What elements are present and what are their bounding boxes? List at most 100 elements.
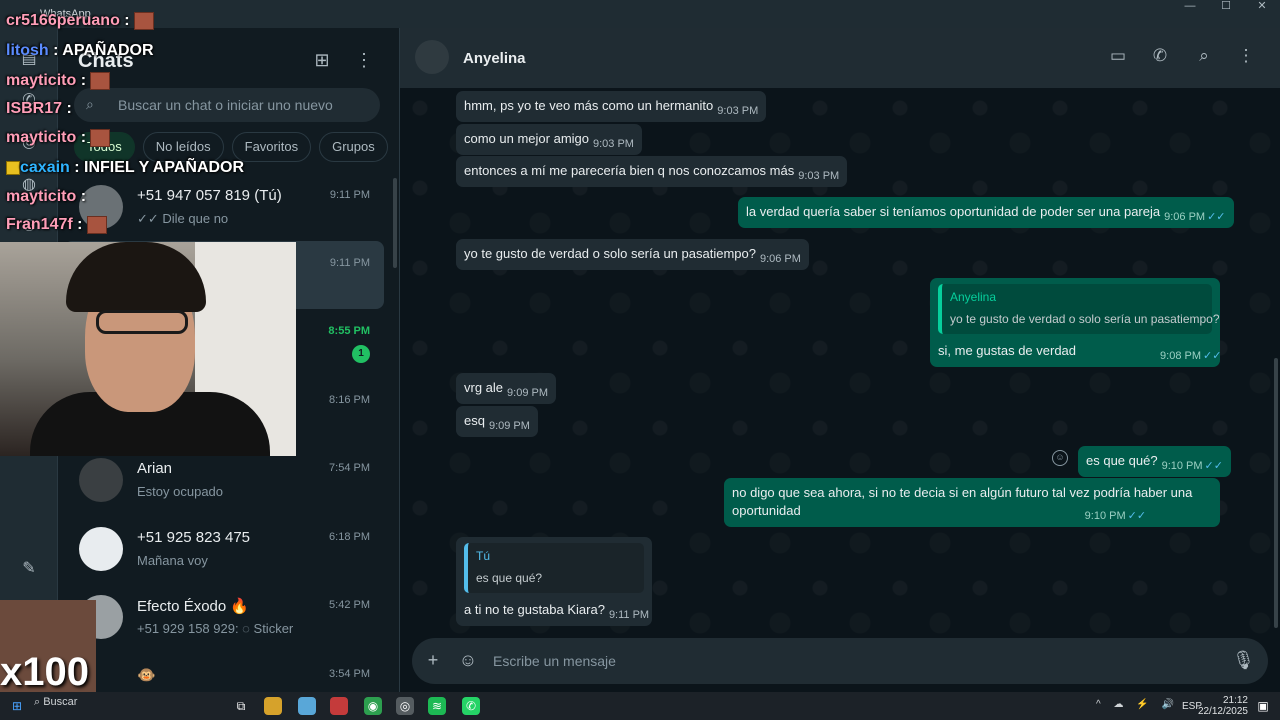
chat-time: 7:54 PM — [329, 462, 370, 474]
clock[interactable]: 21:12 22/12/2025 — [1198, 695, 1248, 717]
stream-chat-line: litosh : APAÑADOR — [6, 42, 154, 60]
message-text: hmm, ps yo te veo más como un hermanito — [464, 98, 714, 113]
message-text: esq — [464, 413, 485, 428]
chat-row[interactable]: +51 925 823 475 Mañana voy 6:18 PM — [58, 515, 384, 583]
stream-chat-user: Fran147f — [6, 216, 73, 234]
clock-time: 21:12 — [1222, 695, 1248, 706]
emote-icon — [134, 12, 155, 30]
quoted-message[interactable]: Tú es que qué? — [464, 543, 644, 593]
quoted-text: yo te gusto de verdad o solo sería un pa… — [950, 312, 1220, 326]
message-outgoing[interactable]: no digo que sea ahora, si no te decia si… — [724, 478, 1220, 527]
search-input[interactable]: ⌕ Buscar un chat o iniciar uno nuevo — [74, 88, 380, 122]
stream-chat-message: : — [62, 100, 72, 117]
emote-icon — [90, 72, 111, 90]
chat-name: +51 947 057 819 (Tú) — [137, 187, 282, 204]
app-icon[interactable] — [330, 697, 348, 715]
message-incoming[interactable]: esq 9:09 PM — [456, 406, 538, 437]
conversation-menu-icon[interactable]: ⋮ — [1234, 46, 1258, 70]
notifications-icon[interactable]: ▣ — [1254, 697, 1272, 715]
video-call-icon[interactable]: ▭ — [1106, 46, 1130, 70]
obs-icon[interactable]: ◎ — [396, 697, 414, 715]
chat-row[interactable]: Efecto Éxodo 🔥 +51 929 158 929: ◌ Sticke… — [58, 583, 384, 651]
chat-time: 9:11 PM — [329, 257, 370, 269]
filter-groups[interactable]: Grupos — [319, 132, 388, 162]
contact-avatar[interactable] — [415, 40, 449, 74]
react-emoji-icon[interactable]: ☺ — [1052, 450, 1068, 466]
message-outgoing[interactable]: es que qué? 9:10 PM ✓✓ — [1078, 446, 1231, 477]
webcam-overlay — [0, 242, 296, 456]
filter-unread[interactable]: No leídos — [142, 132, 224, 162]
chat-time: 8:16 PM — [329, 394, 370, 406]
message-text: entonces a mí me parecería bien q nos co… — [464, 163, 795, 178]
chrome-icon[interactable]: ◉ — [364, 697, 382, 715]
emote-icon — [86, 216, 107, 234]
stream-chat-line: ISBR17 : — [6, 100, 72, 118]
menu-icon[interactable]: ⋮ — [352, 50, 376, 74]
emoji-icon[interactable]: ☺ — [457, 650, 479, 672]
message-time: 9:09 PM — [488, 420, 530, 432]
conversation-scrollbar[interactable] — [1274, 358, 1278, 628]
voice-call-icon[interactable]: ✆ — [1148, 46, 1172, 70]
spotify-icon[interactable]: ≋ — [428, 697, 446, 715]
search-icon: ⌕ — [86, 96, 94, 112]
message-text: si, me gustas de verdad — [938, 343, 1077, 358]
chat-preview: Mañana voy — [137, 553, 208, 568]
webcam-person-hair — [66, 242, 206, 312]
composer: + ☺ Escribe un mensaje 🎙 — [400, 634, 1280, 692]
new-chat-icon[interactable]: ⊞ — [310, 50, 334, 74]
message-time: 9:10 PM — [1084, 510, 1126, 522]
stream-chat-message: : — [76, 72, 91, 90]
stream-chat-line: mayticito : — [6, 72, 111, 90]
chat-preview: ✓✓ Dile que no — [137, 211, 229, 226]
chat-row[interactable]: Arian Estoy ocupado 7:54 PM — [58, 446, 384, 514]
stream-chat-message: : — [76, 129, 91, 147]
message-time: 9:08 PM — [1160, 350, 1201, 362]
search-messages-icon[interactable]: ⌕ — [1192, 46, 1216, 70]
stream-chat-message: : APAÑADOR — [48, 42, 154, 59]
edit-icon[interactable]: ✎ — [19, 558, 39, 578]
chat-preview: +51 929 158 929: ◌ Sticker — [137, 621, 294, 636]
message-incoming-reply[interactable]: Tú es que qué? a ti no te gustaba Kiara?… — [456, 537, 652, 626]
start-icon[interactable]: ⊞ — [8, 697, 26, 715]
message-incoming[interactable]: yo te gusto de verdad o solo sería un pa… — [456, 239, 809, 270]
attach-icon[interactable]: + — [422, 650, 444, 672]
stream-chat-user: mayticito — [6, 129, 77, 147]
message-time: 9:06 PM — [1164, 211, 1206, 223]
message-incoming[interactable]: vrg ale 9:09 PM — [456, 373, 556, 404]
quoted-author: Anyelina — [950, 290, 997, 304]
message-outgoing-reply[interactable]: Anyelina yo te gusto de verdad o solo se… — [930, 278, 1221, 367]
chat-row[interactable]: 🐵 3:54 PM — [58, 652, 384, 692]
message-outgoing[interactable]: la verdad quería saber si teníamos oport… — [738, 197, 1234, 228]
whatsapp-taskbar-icon[interactable]: ✆ — [462, 697, 480, 715]
unread-badge: 1 — [352, 345, 370, 363]
title-bar: WhatsApp — ☐ ✕ — [0, 0, 1280, 28]
chat-time: 9:11 PM — [329, 189, 370, 201]
clock-date: 22/12/2025 — [1197, 706, 1248, 717]
contact-name[interactable]: Anyelina — [463, 50, 526, 67]
message-time: 9:03 PM — [593, 138, 634, 150]
system-tray-icons[interactable]: ^ ☁ ⚡ 🔊 — [1096, 699, 1179, 710]
filter-chips: Todos No leídos Favoritos Grupos — [74, 132, 388, 162]
quoted-message[interactable]: Anyelina yo te gusto de verdad o solo se… — [938, 284, 1220, 334]
chat-list-scrollbar[interactable] — [393, 178, 397, 268]
message-input-box[interactable]: + ☺ Escribe un mensaje 🎙 — [412, 638, 1268, 684]
message-text: oportunidad — [732, 503, 801, 518]
search-placeholder: Buscar un chat o iniciar uno nuevo — [118, 97, 333, 113]
message-text: a ti no te gustaba Kiara? — [464, 602, 605, 617]
task-view-icon[interactable]: ⧉ — [232, 697, 250, 715]
minimize-button[interactable]: — — [1172, 0, 1208, 14]
filter-favorites[interactable]: Favoritos — [231, 132, 312, 162]
window-controls: — ☐ ✕ — [1172, 0, 1280, 14]
app-icon[interactable] — [298, 697, 316, 715]
message-incoming[interactable]: entonces a mí me parecería bien q nos co… — [456, 156, 848, 187]
webcam-person-glasses — [96, 310, 188, 334]
microphone-icon[interactable]: 🎙 — [1232, 650, 1255, 672]
quoted-text: es que qué? — [476, 571, 543, 585]
message-incoming[interactable]: hmm, ps yo te veo más como un hermanito 9… — [456, 91, 767, 122]
maximize-button[interactable]: ☐ — [1208, 0, 1244, 14]
file-explorer-icon[interactable] — [264, 697, 282, 715]
taskbar-search[interactable]: ⌕ Buscar — [34, 696, 174, 716]
close-button[interactable]: ✕ — [1244, 0, 1280, 14]
stream-chat-message: : — [72, 216, 87, 234]
message-incoming[interactable]: como un mejor amigo 9:03 PM — [456, 124, 642, 155]
